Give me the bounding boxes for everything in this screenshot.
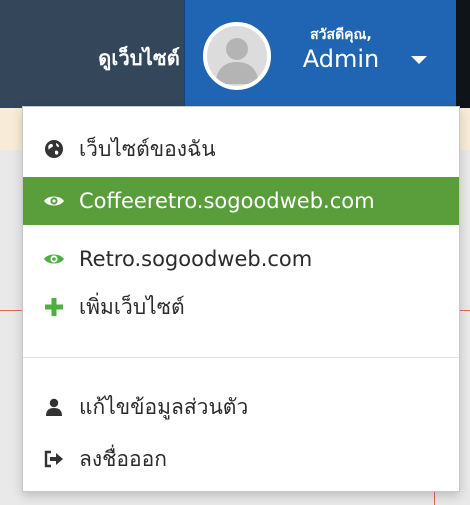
caret-down-icon[interactable] [411, 56, 427, 64]
background-divider-left [0, 310, 22, 311]
view-site-link[interactable]: ดูเว็บไซต์ [40, 42, 180, 74]
eye-icon [43, 248, 65, 270]
menu-divider [23, 357, 459, 358]
sign-out-icon [43, 448, 65, 470]
plus-icon [43, 296, 65, 318]
user-name: Admin [302, 45, 380, 73]
add-website-item[interactable]: เพิ่มเว็บไซต์ [23, 283, 459, 331]
menu-item-label: Coffeeretro.sogoodweb.com [79, 189, 375, 213]
avatar [203, 22, 271, 90]
site-item-retro[interactable]: Retro.sogoodweb.com [23, 235, 459, 283]
menu-item-label: เว็บไซต์ของฉัน [79, 136, 216, 161]
menu-item-label: แก้ไขข้อมูลส่วนตัว [79, 394, 249, 419]
user-menu-toggle[interactable]: สวัสดีคุณ, Admin [184, 0, 457, 108]
user-dropdown-menu: เว็บไซต์ของฉัน Coffeeretro.sogoodweb.com… [22, 106, 460, 492]
top-navbar: ดูเว็บไซต์ สวัสดีคุณ, Admin [0, 0, 470, 108]
navbar-edge [456, 0, 470, 108]
edit-profile-item[interactable]: แก้ไขข้อมูลส่วนตัว [23, 383, 459, 431]
greeting-text: สวัสดีคุณ, [310, 27, 372, 43]
user-icon [43, 396, 65, 418]
background-divider-vertical [434, 492, 435, 505]
sign-out-item[interactable]: ลงชื่อออก [23, 435, 459, 483]
user-greeting: สวัสดีคุณ, Admin [281, 26, 401, 74]
globe-icon [43, 138, 65, 160]
site-item-coffeeretro[interactable]: Coffeeretro.sogoodweb.com [23, 177, 459, 225]
my-websites-header[interactable]: เว็บไซต์ของฉัน [23, 125, 459, 173]
menu-item-label: เพิ่มเว็บไซต์ [79, 294, 185, 319]
menu-item-label: ลงชื่อออก [79, 446, 167, 471]
eye-icon [43, 190, 65, 212]
background-divider-right [460, 310, 470, 311]
menu-item-label: Retro.sogoodweb.com [79, 247, 313, 271]
